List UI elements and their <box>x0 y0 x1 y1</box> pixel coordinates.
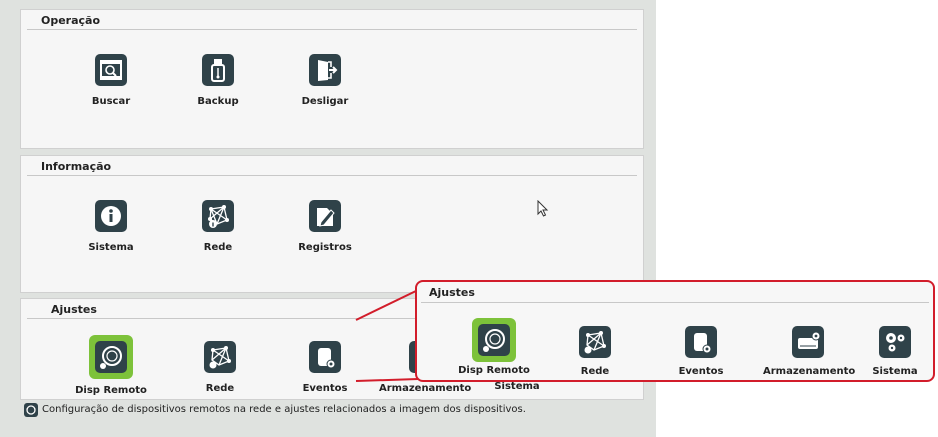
remote-camera-icon <box>24 403 38 417</box>
section-informacao: Informação Sistema Rede Registros <box>20 155 644 293</box>
info-icon <box>95 200 127 232</box>
menu-item-armazenamento[interactable]: Armazenamento <box>763 326 856 377</box>
menu-item-label: Disp Remoto <box>75 385 147 396</box>
status-bar: Configuração de dispositivos remotos na … <box>20 402 644 420</box>
section-title: Ajustes <box>51 303 97 316</box>
events-settings-icon <box>685 326 717 358</box>
menu-item-sistema-ajustes[interactable]: Sistema <box>487 381 547 392</box>
menu-item-desligar[interactable]: Desligar <box>280 54 370 107</box>
menu-item-sistema-ajustes[interactable]: Sistema <box>865 326 925 377</box>
section-title: Ajustes <box>429 286 475 299</box>
network-settings-icon <box>579 326 611 358</box>
events-settings-icon <box>309 341 341 373</box>
menu-item-label: Buscar <box>91 96 131 107</box>
menu-item-rede-ajustes[interactable]: Rede <box>175 341 265 394</box>
remote-camera-icon <box>89 335 133 379</box>
storage-settings-icon <box>792 326 824 358</box>
divider <box>421 302 929 303</box>
menu-item-label: Sistema <box>872 366 918 377</box>
menu-item-rede-info[interactable]: Rede <box>173 200 263 253</box>
section-title: Operação <box>41 14 101 27</box>
status-text: Configuração de dispositivos remotos na … <box>42 404 526 415</box>
menu-item-sistema-info[interactable]: Sistema <box>66 200 156 253</box>
menu-item-label: Sistema <box>88 242 134 253</box>
menu-item-rede-ajustes[interactable]: Rede <box>550 326 640 377</box>
section-title: Informação <box>41 160 112 173</box>
mouse-cursor-icon <box>537 200 549 217</box>
menu-item-registros[interactable]: Registros <box>280 200 370 253</box>
menu-item-label: Disp Remoto <box>458 365 530 376</box>
divider <box>27 175 637 176</box>
menu-item-label: Eventos <box>302 383 348 394</box>
menu-item-label: Sistema <box>494 381 540 392</box>
network-settings-icon <box>204 341 236 373</box>
section-operacao: Operação Buscar Backup Desligar <box>20 9 644 149</box>
remote-camera-icon <box>472 318 516 362</box>
exit-door-icon <box>309 54 341 86</box>
menu-item-label: Rede <box>580 366 610 377</box>
film-search-icon <box>95 54 127 86</box>
menu-item-eventos[interactable]: Eventos <box>280 341 370 394</box>
menu-item-label: Desligar <box>301 96 349 107</box>
menu-item-buscar[interactable]: Buscar <box>66 54 156 107</box>
menu-item-backup[interactable]: Backup <box>173 54 263 107</box>
menu-item-disp-remoto[interactable]: Disp Remoto <box>66 335 156 396</box>
menu-item-disp-remoto[interactable]: Disp Remoto <box>449 318 539 376</box>
document-pen-icon <box>309 200 341 232</box>
menu-item-label: Rede <box>205 383 235 394</box>
menu-item-eventos[interactable]: Eventos <box>656 326 746 377</box>
menu-item-label: Armazenamento <box>763 366 856 377</box>
menu-item-label: Registros <box>298 242 352 253</box>
menu-item-label: Armazenamento <box>379 383 472 394</box>
menu-item-label: Backup <box>197 96 239 107</box>
system-gears-icon <box>879 326 911 358</box>
menu-item-label: Eventos <box>678 366 724 377</box>
network-icon <box>202 200 234 232</box>
usb-drive-icon <box>202 54 234 86</box>
divider <box>27 29 637 30</box>
zoom-callout-ajustes: Ajustes Disp Remoto Rede Eventos Armazen… <box>415 280 935 382</box>
menu-item-label: Rede <box>203 242 233 253</box>
